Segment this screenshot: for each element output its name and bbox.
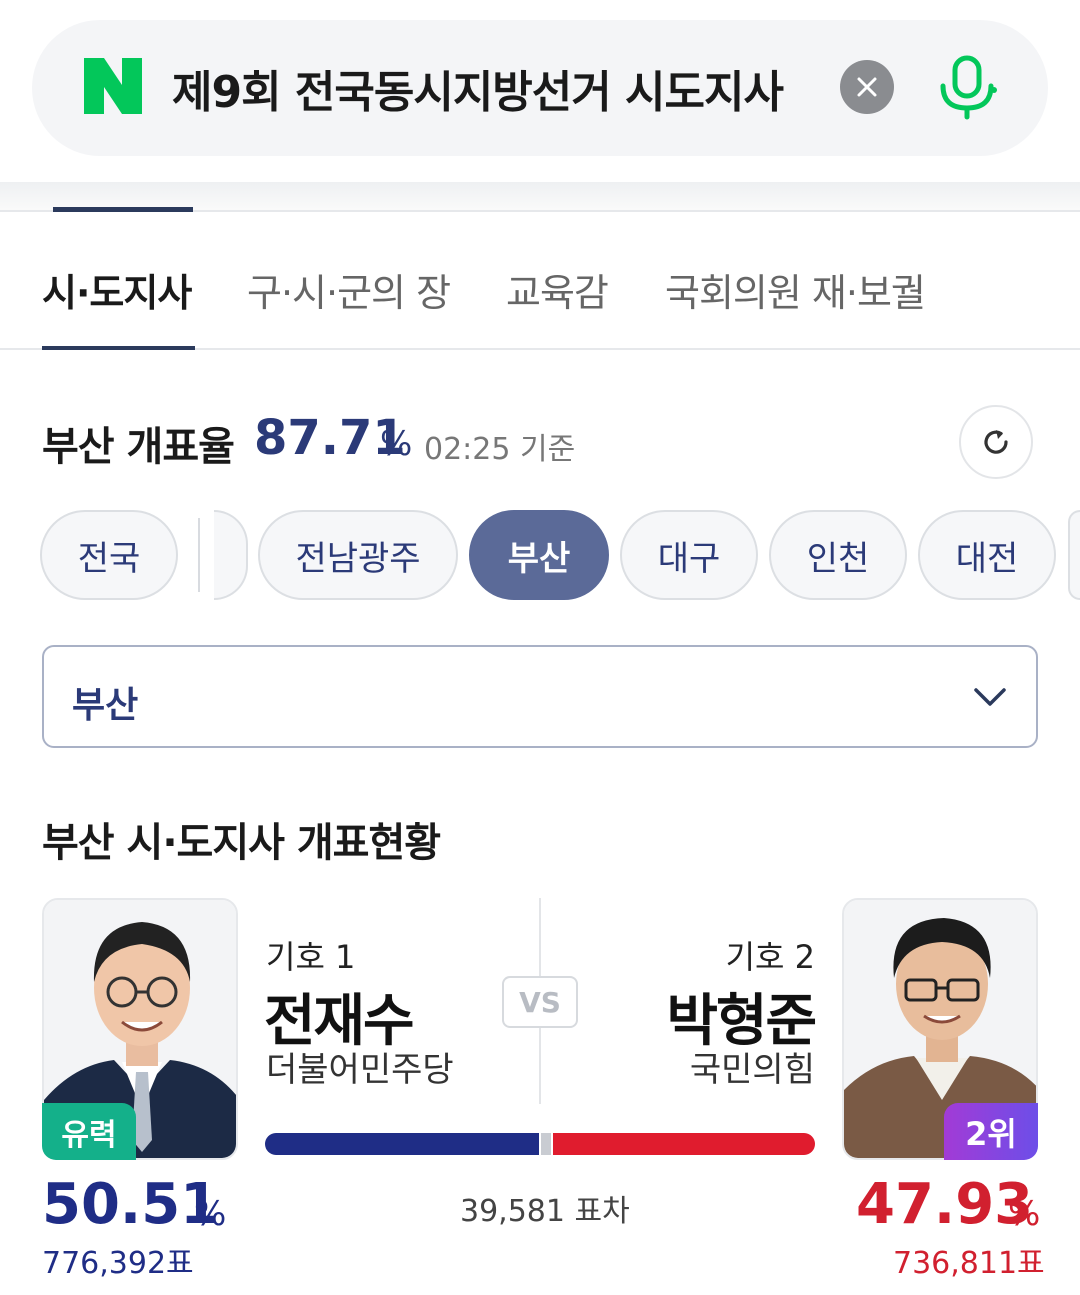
candidate-1-percent-unit: %: [194, 1194, 227, 1234]
scroll-tab-indicator: [53, 207, 193, 212]
region-chip-incheon[interactable]: 인천: [769, 510, 907, 600]
clear-search-button[interactable]: [840, 60, 894, 114]
chevron-down-icon: [974, 688, 1006, 706]
tab-local-head[interactable]: 구·시·군의 장: [247, 262, 451, 317]
tab-by-election[interactable]: 국회의원 재·보궐: [665, 262, 926, 317]
region-chip-national[interactable]: 전국: [40, 510, 178, 600]
microphone-icon[interactable]: [936, 54, 998, 120]
candidate-1-votes: 776,392표: [42, 1246, 194, 1281]
vote-margin: 39,581 표차: [460, 1194, 630, 1229]
candidate-2-percent: 47.93: [856, 1172, 1034, 1237]
tab-governor[interactable]: 시·도지사: [42, 262, 192, 317]
candidate-2-percent-unit: %: [1008, 1194, 1041, 1234]
candidate-2-votes: 736,811표: [893, 1246, 1045, 1281]
vote-bar-remaining: [541, 1133, 551, 1155]
count-rate-unit: %: [380, 424, 413, 464]
refresh-button[interactable]: [959, 405, 1033, 479]
active-tab-indicator: [42, 346, 195, 350]
region-chip-busan[interactable]: 부산: [469, 510, 609, 600]
close-icon: [857, 77, 877, 97]
region-select[interactable]: [42, 645, 1038, 748]
naver-logo-icon[interactable]: [84, 58, 142, 114]
vs-badge: VS: [502, 976, 578, 1028]
region-chip-partial[interactable]: [214, 510, 248, 600]
vote-bar-candidate-2: [553, 1133, 815, 1155]
region-chip-next[interactable]: [1068, 510, 1080, 600]
leading-badge: 유력: [42, 1103, 136, 1160]
rank-badge: 2위: [944, 1103, 1038, 1160]
candidate-1-percent: 50.51: [42, 1172, 220, 1237]
candidate-2-number: 기호 2: [725, 938, 815, 976]
candidate-1-party: 더불어민주당: [266, 1050, 454, 1090]
region-chip-jeonnam-gwangju[interactable]: 전남광주: [258, 510, 458, 600]
region-select-value: 부산: [72, 685, 139, 726]
candidate-1-number: 기호 1: [266, 938, 356, 976]
chip-divider: [198, 518, 200, 592]
region-chip-daejeon[interactable]: 대전: [918, 510, 1056, 600]
header-shadow: [0, 182, 1080, 210]
count-rate-label: 부산 개표율: [42, 424, 235, 470]
tab-superintendent[interactable]: 교육감: [506, 262, 609, 317]
search-query[interactable]: 제9회 전국동시지방선거 시도지사: [172, 56, 784, 120]
refresh-icon: [984, 430, 1008, 454]
vote-bar-candidate-1: [265, 1133, 539, 1155]
count-timestamp: 02:25 기준: [424, 432, 576, 467]
section-title: 부산 시·도지사 개표현황: [42, 820, 441, 866]
region-chip-daegu[interactable]: 대구: [620, 510, 758, 600]
candidate-2-party: 국민의힘: [689, 1050, 815, 1090]
